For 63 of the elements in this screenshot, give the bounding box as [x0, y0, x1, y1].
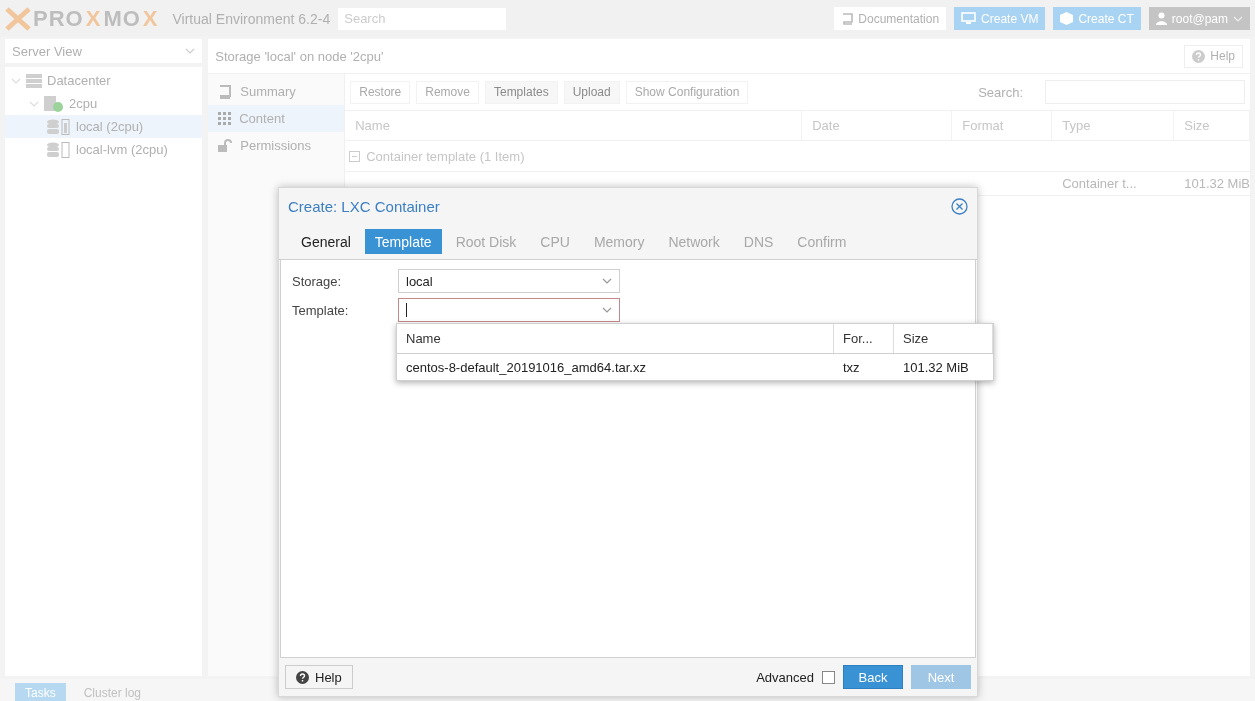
chevron-down-icon: [602, 278, 612, 284]
bottom-tab[interactable]: Tasks: [15, 683, 66, 701]
chevron-down-icon: [29, 100, 39, 107]
advanced-label: Advanced: [756, 669, 814, 685]
panel-title: Storage 'local' on node '2cpu': [215, 48, 384, 64]
picker-row[interactable]: centos-8-default_20191016_amd64.tar.xz txz 101.32 MiB: [397, 354, 993, 380]
wizard-tab[interactable]: General: [291, 229, 361, 254]
header-button[interactable]: Documentation: [834, 7, 947, 30]
column-header[interactable]: Size: [1174, 111, 1250, 140]
tree-item[interactable]: local-lvm (2cpu): [5, 138, 203, 161]
nav-item[interactable]: Permissions: [208, 132, 345, 159]
column-header[interactable]: Type: [1052, 111, 1175, 140]
help-icon: [1192, 49, 1206, 63]
toolbar-button[interactable]: Templates: [484, 80, 558, 104]
tree-item[interactable]: 2cpu: [5, 92, 203, 115]
help-icon: [296, 670, 309, 684]
book-icon: [218, 84, 233, 99]
chevron-down-icon: [185, 48, 196, 54]
advanced-checkbox[interactable]: [822, 670, 835, 684]
combo-field[interactable]: local: [398, 269, 620, 293]
storage-icon: [47, 118, 71, 135]
column-header[interactable]: Name: [397, 324, 834, 353]
wizard-tab[interactable]: Template: [364, 229, 442, 254]
column-header[interactable]: Format: [952, 111, 1053, 140]
chevron-down-icon: [602, 307, 612, 313]
collapse-icon[interactable]: [349, 150, 361, 162]
toolbar-button[interactable]: Upload: [563, 80, 620, 104]
header-button[interactable]: Create CT: [1053, 7, 1141, 30]
column-header[interactable]: For...: [834, 324, 894, 353]
search-label: Search:: [978, 84, 1023, 100]
nav-item[interactable]: Content: [208, 105, 345, 132]
chevron-down-icon: [1233, 15, 1243, 22]
user-menu-button[interactable]: root@pam: [1148, 7, 1250, 30]
wizard-button[interactable]: Back: [843, 665, 903, 689]
table-cell-text: 101.32 MiB: [1183, 175, 1250, 193]
user-icon: [1155, 12, 1167, 25]
cube-icon: [1060, 12, 1074, 25]
table-cell-text: Container t...: [1061, 175, 1138, 193]
unlock-icon: [218, 139, 233, 152]
column-header[interactable]: Name: [345, 111, 803, 140]
combo-field[interactable]: [398, 298, 620, 322]
nav-item[interactable]: Summary: [208, 78, 345, 105]
dialog-title: Create: LXC Container: [288, 197, 440, 215]
server-rack-icon: [26, 73, 42, 88]
tree-item[interactable]: local (2cpu): [5, 115, 203, 138]
field-label: Storage:: [292, 273, 343, 289]
field-label: Template:: [292, 302, 350, 318]
view-selector[interactable]: Server View: [5, 39, 203, 63]
grid-icon: [218, 112, 232, 125]
header-button[interactable]: Create VM: [954, 7, 1046, 30]
book-icon: [841, 12, 854, 25]
node-ok-icon: [44, 95, 64, 112]
monitor-icon: [961, 12, 977, 25]
storage-icon: [47, 141, 71, 158]
column-header[interactable]: Size: [894, 324, 993, 353]
column-header[interactable]: Date: [802, 111, 953, 140]
chevron-down-icon: [11, 77, 21, 84]
close-icon[interactable]: [951, 197, 968, 215]
product-version: Virtual Environment 6.2-4: [172, 10, 331, 27]
help-button[interactable]: Help: [285, 665, 353, 689]
tree-item[interactable]: Datacenter: [5, 69, 203, 92]
group-header: Container template (1 Item): [366, 148, 525, 164]
help-button[interactable]: Help: [1184, 44, 1243, 68]
